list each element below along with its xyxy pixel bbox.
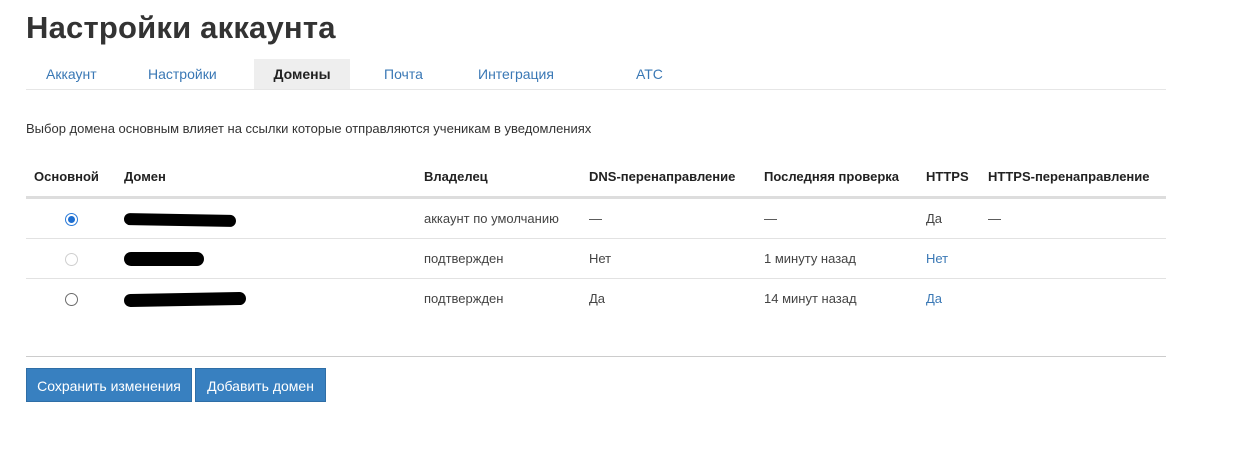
primary-cell <box>26 238 116 279</box>
https-redirect-cell: — <box>980 197 1166 239</box>
primary-cell <box>26 279 116 319</box>
header-domain: Домен <box>116 156 416 199</box>
tab-ats[interactable]: АТС <box>610 59 690 89</box>
primary-radio[interactable] <box>64 293 78 307</box>
header-primary: Основной <box>26 156 116 199</box>
domains-description: Выбор домена основным влияет на ссылки к… <box>26 121 592 136</box>
dns-cell: Да <box>589 291 606 306</box>
last-check-cell: 1 минуту назад <box>756 238 918 279</box>
add-domain-button[interactable]: Добавить домен <box>195 368 326 402</box>
table-row: подтвержден Да 14 минут назад Да <box>26 279 1166 319</box>
tab-integration[interactable]: Интеграция <box>448 59 610 89</box>
table-row: аккаунт по умолчанию — — Да — <box>26 197 1166 239</box>
header-last-check: Последняя проверка <box>756 156 918 199</box>
table-header-row: Основной Домен Владелец DNS-перенаправле… <box>26 156 1166 199</box>
footer-divider <box>26 356 1166 357</box>
domain-cell <box>116 197 416 239</box>
last-check-cell: — <box>756 197 918 239</box>
owner-cell: подтвержден <box>424 291 504 306</box>
table-row: подтвержден Нет 1 минуту назад Нет <box>26 238 1166 279</box>
owner-cell: подтвержден <box>416 238 581 279</box>
header-dns: DNS-перенаправление <box>581 156 756 199</box>
domain-cell <box>116 238 416 279</box>
redacted-domain <box>123 212 237 227</box>
domain-cell <box>116 279 416 319</box>
primary-radio[interactable] <box>64 213 78 227</box>
domains-table: Основной Домен Владелец DNS-перенаправле… <box>26 156 1166 318</box>
owner-cell: аккаунт по умолчанию <box>416 197 581 239</box>
primary-radio[interactable] <box>64 253 78 267</box>
https-redirect-cell <box>980 238 1166 279</box>
header-https-redirect: HTTPS-перенаправление <box>980 156 1166 199</box>
tabs-bar: Аккаунт Настройки Домены Почта Интеграци… <box>26 59 1166 90</box>
tab-domains[interactable]: Домены <box>254 59 350 89</box>
header-owner: Владелец <box>416 156 581 199</box>
dns-cell: Нет <box>581 238 756 279</box>
https-cell: Нет <box>918 238 980 279</box>
https-link[interactable]: Нет <box>926 251 948 266</box>
primary-cell <box>26 197 116 239</box>
redacted-domain <box>123 291 247 308</box>
save-changes-button[interactable]: Сохранить изменения <box>26 368 192 402</box>
https-link[interactable]: Да <box>926 291 942 306</box>
https-cell: Да <box>918 197 980 239</box>
https-cell: Да <box>918 279 980 319</box>
dns-cell: — <box>581 197 756 239</box>
tab-settings[interactable]: Настройки <box>122 59 254 89</box>
header-https: HTTPS <box>918 156 980 199</box>
last-check-cell: 14 минут назад <box>764 291 857 306</box>
page-title: Настройки аккаунта <box>26 10 336 45</box>
redacted-domain <box>124 252 204 267</box>
https-redirect-cell <box>980 279 1166 319</box>
page: Настройки аккаунта Аккаунт Настройки Дом… <box>0 0 1248 453</box>
tab-mail[interactable]: Почта <box>350 59 448 89</box>
tab-account[interactable]: Аккаунт <box>26 59 122 89</box>
